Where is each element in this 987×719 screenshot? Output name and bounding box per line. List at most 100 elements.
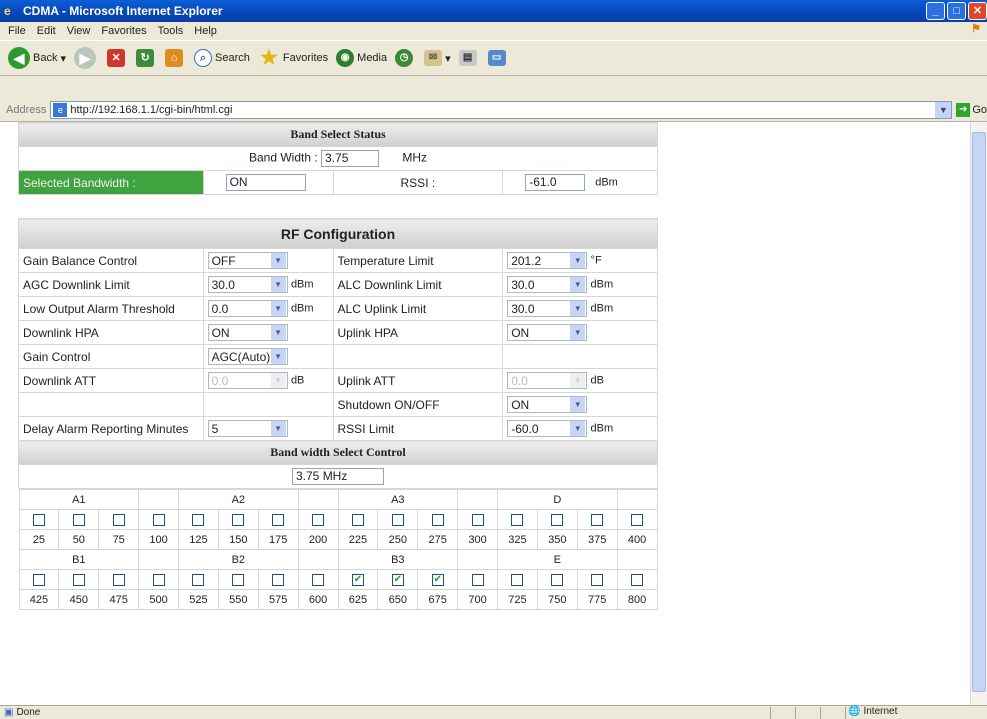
mail-button[interactable]: ✉ ▾ [424, 50, 451, 66]
band-checkbox[interactable] [471, 573, 484, 586]
rssi-limit-value: -60.0 [511, 421, 539, 436]
band-checkbox[interactable] [112, 573, 125, 586]
menu-favorites[interactable]: Favorites [101, 25, 146, 37]
minimize-button[interactable]: _ [926, 2, 945, 20]
chevron-down-icon: ▼ [270, 325, 286, 340]
band-checkbox[interactable] [272, 573, 285, 586]
gain-control-select[interactable]: AGC(Auto) ▼ [207, 348, 288, 365]
band-checkbox[interactable] [152, 513, 165, 526]
go-button[interactable]: ➔ Go [956, 102, 987, 117]
uplink-att-select[interactable]: 0.0 ▼ [507, 372, 588, 389]
chevron-down-icon: ▼ [570, 397, 586, 412]
band-checkbox[interactable] [431, 513, 444, 526]
gain-balance-select[interactable]: OFF ▼ [207, 252, 288, 269]
rssi-label: RSSI : [400, 175, 436, 190]
alc-downlink-unit: dBm [590, 278, 614, 291]
band-checkbox[interactable]: ✔ [391, 573, 404, 586]
band-checkbox[interactable] [551, 573, 564, 586]
band-checkbox[interactable] [631, 573, 644, 586]
chevron-down-icon: ▼ [270, 253, 286, 268]
close-button[interactable]: ✕ [968, 2, 987, 20]
scrollbar-thumb[interactable] [972, 132, 986, 692]
history-button[interactable]: ◷ [395, 49, 416, 67]
search-button[interactable]: ⌕ Search [194, 49, 250, 67]
status-divider [795, 707, 796, 719]
print-button[interactable]: ▤ [458, 50, 480, 66]
checkbox-cell [98, 569, 140, 590]
chevron-down-icon[interactable]: ▼ [935, 101, 952, 118]
agc-downlink-select[interactable]: 30.0 ▼ [207, 276, 288, 293]
band-checkbox[interactable] [192, 573, 205, 586]
band-checkbox[interactable] [32, 573, 45, 586]
favorites-button[interactable]: ★ Favorites [258, 47, 328, 69]
band-checkbox[interactable] [551, 513, 564, 526]
back-button[interactable]: ◀ Back ▾ [8, 47, 66, 69]
refresh-button[interactable]: ↻ [136, 49, 157, 67]
alc-downlink-select[interactable]: 30.0 ▼ [507, 276, 588, 293]
band-status-header: Band Select Status [18, 122, 658, 147]
band-value: 550 [217, 589, 259, 610]
rssi-field[interactable]: -61.0 [525, 174, 586, 191]
home-button[interactable]: ⌂ [165, 49, 186, 67]
band-group-label: D [497, 489, 618, 510]
downlink-hpa-select[interactable]: ON ▼ [207, 324, 288, 341]
downlink-att-select[interactable]: 0.0 ▼ [207, 372, 288, 389]
address-input[interactable]: e http://192.168.1.1/cgi-bin/html.cgi ▼ [50, 100, 953, 119]
band-value: 425 [18, 589, 60, 610]
uplink-hpa-value: ON [511, 325, 530, 340]
band-checkbox[interactable] [232, 513, 245, 526]
low-output-alarm-select[interactable]: 0.0 ▼ [207, 300, 288, 317]
rssi-limit-select[interactable]: -60.0 ▼ [507, 420, 588, 437]
temperature-limit-select[interactable]: 201.2 ▼ [507, 252, 588, 269]
forward-button[interactable]: ▶ [74, 47, 99, 69]
band-checkbox[interactable] [192, 513, 205, 526]
band-checkbox[interactable] [631, 513, 644, 526]
band-value: 625 [337, 589, 379, 610]
selected-bandwidth-field[interactable]: ON [225, 174, 306, 191]
page-icon: e [53, 102, 68, 117]
band-checkbox[interactable] [272, 513, 285, 526]
band-checkbox[interactable] [591, 573, 604, 586]
uplink-hpa-select[interactable]: ON ▼ [507, 324, 588, 341]
alc-uplink-select[interactable]: 30.0 ▼ [507, 300, 588, 317]
shutdown-select[interactable]: ON ▼ [507, 396, 588, 413]
menu-view[interactable]: View [67, 25, 91, 37]
history-icon: ◷ [395, 49, 414, 67]
band-value: 125 [178, 529, 219, 550]
band-checkbox[interactable]: ✔ [351, 573, 364, 586]
band-checkbox[interactable] [72, 573, 85, 586]
address-url: http://192.168.1.1/cgi-bin/html.cgi [70, 103, 233, 116]
band-checkbox[interactable] [232, 573, 245, 586]
band-checkbox[interactable] [351, 513, 364, 526]
band-checkbox[interactable] [312, 513, 325, 526]
uplink-att-value: 0.0 [511, 373, 528, 388]
bw-control-field[interactable]: 3.75 MHz [292, 468, 384, 485]
alc-uplink-value: 30.0 [511, 301, 535, 316]
band-checkbox[interactable]: ✔ [431, 573, 444, 586]
band-checkbox[interactable] [511, 513, 524, 526]
band-value: 325 [497, 529, 538, 550]
band-checkbox[interactable] [471, 513, 484, 526]
menu-edit[interactable]: Edit [37, 25, 56, 37]
band-checkbox[interactable] [391, 513, 404, 526]
vertical-scrollbar[interactable] [970, 122, 987, 705]
maximize-button[interactable]: □ [947, 2, 966, 20]
band-checkbox[interactable] [511, 573, 524, 586]
band-width-field[interactable]: 3.75 [321, 150, 380, 167]
band-checkbox[interactable] [591, 513, 604, 526]
band-checkbox[interactable] [112, 513, 125, 526]
band-checkbox[interactable] [312, 573, 325, 586]
shutdown-label: Shutdown ON/OFF [332, 392, 504, 417]
media-button[interactable]: ◉ Media [336, 49, 387, 67]
menu-tools[interactable]: Tools [158, 25, 184, 37]
stop-button[interactable]: ✕ [107, 49, 128, 67]
checkbox-cell [576, 569, 618, 590]
menu-help[interactable]: Help [194, 25, 217, 37]
selected-bandwidth-label: Selected Bandwidth : [18, 170, 204, 195]
edit-button[interactable]: ▭ [487, 50, 509, 66]
band-checkbox[interactable] [152, 573, 165, 586]
band-checkbox[interactable] [32, 513, 45, 526]
band-checkbox[interactable] [72, 513, 85, 526]
menu-file[interactable]: File [8, 25, 26, 37]
delay-alarm-select[interactable]: 5 ▼ [207, 420, 288, 437]
